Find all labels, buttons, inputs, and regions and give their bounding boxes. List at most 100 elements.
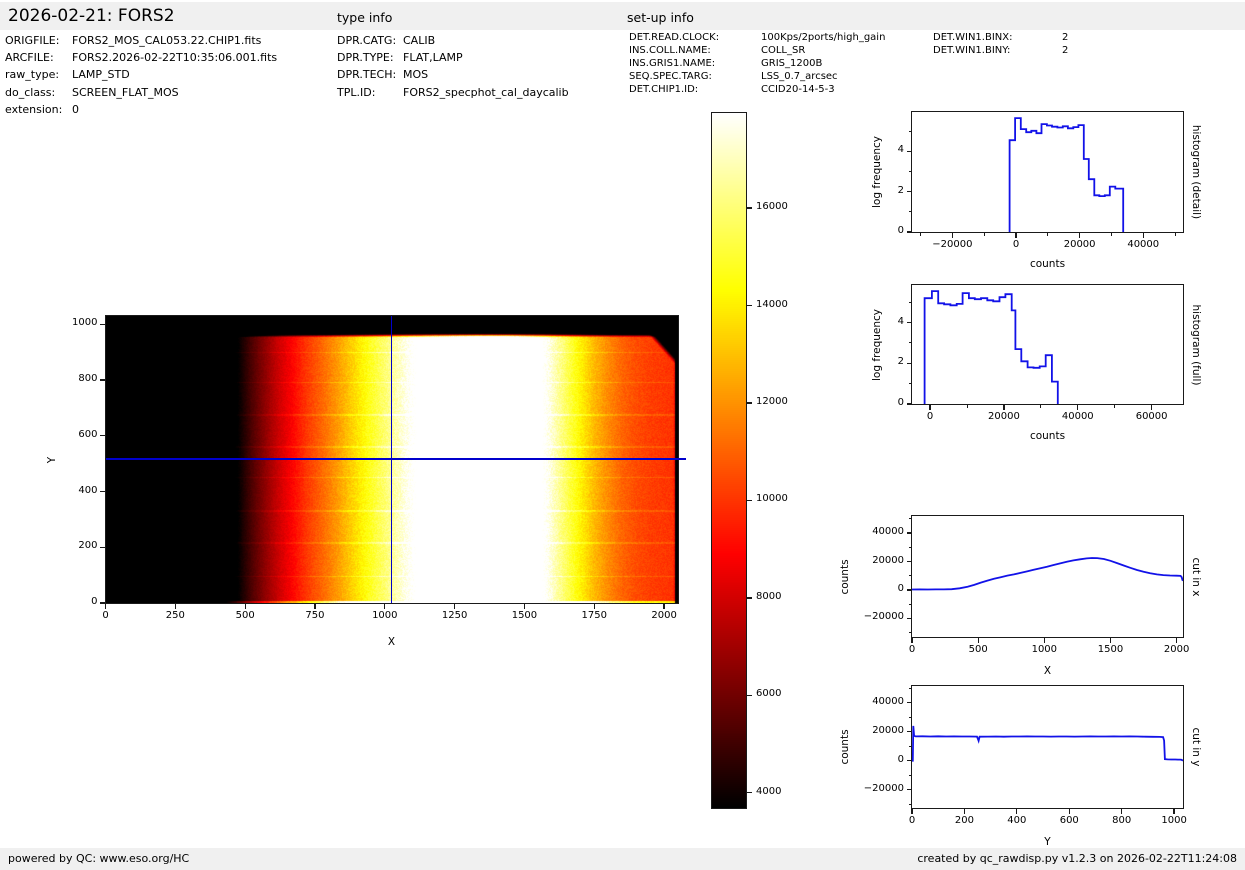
info-row: DET.WIN1.BINX: 2 (933, 32, 1233, 45)
cut-in-x-x-tick (911, 638, 912, 643)
info-label: do_class: (5, 86, 55, 99)
info-label: TPL.ID: (337, 86, 375, 99)
histogram-detail-x-minor-tick (920, 233, 921, 236)
cut-in-x-x-tick-label: 1500 (1098, 644, 1123, 655)
cut-in-y-x-axis-label: Y (1044, 836, 1050, 848)
cut-in-x-frame (911, 515, 1184, 638)
histogram-full-x-minor-tick (1040, 405, 1041, 408)
histogram-detail-x-tick (1015, 233, 1016, 238)
footer-right-text: created by qc_rawdisp.py v1.2.3 on 2026-… (917, 852, 1237, 865)
cut-in-y-y-tick-label: 40000 (849, 696, 904, 707)
info-label: DET.WIN1.BINY: (933, 45, 1010, 56)
info-value: CALIB (403, 34, 435, 47)
footer-left-text: powered by QC: www.eso.org/HC (8, 852, 189, 865)
cut-in-y-y-axis-label: counts (839, 729, 851, 764)
raw-image-x-axis-label: X (388, 636, 395, 648)
histogram-detail-x-minor-tick (1175, 233, 1176, 236)
histogram-full-x-tick (1077, 405, 1078, 410)
info-row: DPR.TYPE:FLAT,LAMP (337, 51, 637, 68)
histogram-full-x-tick-label: 20000 (988, 411, 1020, 422)
info-label: INS.GRIS1.NAME: (629, 58, 715, 69)
colorbar-tick-label: 14000 (756, 299, 788, 310)
histogram-full-y-tick-label: 0 (849, 397, 904, 408)
histogram-full-x-tick-label: 60000 (1136, 411, 1168, 422)
info-row: SEQ.SPEC.TARG:LSS_0.7_arcsec (629, 71, 929, 84)
histogram-detail-x-tick-label: 40000 (1127, 239, 1159, 250)
cut-in-y-y-tick-label: 20000 (849, 725, 904, 736)
colorbar-tick (747, 792, 752, 793)
cut-in-y-x-tick-label: 400 (1007, 815, 1026, 826)
raw-image-y-axis-label: Y (46, 456, 58, 462)
section-label-type-info: type info (337, 10, 392, 25)
raw-image-x-tick (663, 604, 664, 609)
info-row: DET.READ.CLOCK: 100Kps/2ports/high_gain (629, 32, 929, 45)
histogram-detail-x-tick (1079, 233, 1080, 238)
info-value: 0 (72, 103, 79, 116)
histogram-full-right-label: histogram (full) (1190, 304, 1202, 385)
colorbar-tick-label: 10000 (756, 493, 788, 504)
info-row: DET.WIN1.BINY:2 (933, 45, 1233, 58)
info-row: INS.COLL.NAME:COLL_SR (629, 45, 929, 58)
raw-image-y-tick-label: 800 (43, 373, 98, 384)
cut-in-x-x-tick (1110, 638, 1111, 643)
cut-in-x-y-tick-label: 20000 (849, 555, 904, 566)
info-value: FLAT,LAMP (403, 51, 463, 64)
histogram-detail-frame (911, 111, 1184, 233)
info-value: GRIS_1200B (761, 58, 822, 69)
histogram-full-x-tick-label: 0 (927, 411, 933, 422)
raw-image-x-tick (454, 604, 455, 609)
info-value: 100Kps/2ports/high_gain (761, 32, 885, 43)
info-label: SEQ.SPEC.TARG: (629, 71, 712, 82)
colorbar-tick-label: 4000 (756, 786, 781, 797)
cut-in-y-y-tick-label: 0 (849, 754, 904, 765)
cut-in-y-frame (911, 685, 1184, 809)
histogram-full-x-tick (929, 405, 930, 410)
histogram-detail-x-tick (952, 233, 953, 238)
cut-in-y-x-tick (1069, 809, 1070, 814)
info-label: ORIGFILE: (5, 34, 59, 47)
colorbar-tick (747, 207, 752, 208)
colorbar-tick (747, 402, 752, 403)
colorbar-tick (747, 597, 752, 598)
info-label: INS.COLL.NAME: (629, 45, 711, 56)
cut-in-x-y-tick-label: 0 (849, 583, 904, 594)
cut-in-y-y-tick-label: −20000 (849, 783, 904, 794)
colorbar-tick-label: 12000 (756, 396, 788, 407)
colorbar-tick (747, 695, 752, 696)
histogram-detail-x-tick (1143, 233, 1144, 238)
raw-image-y-tick-label: 1000 (43, 317, 98, 328)
histogram-detail-x-tick-label: −20000 (932, 239, 972, 250)
info-row: do_class: SCREEN_FLAT_MOS (5, 86, 305, 103)
info-row: raw_type:LAMP_STD (5, 68, 305, 85)
info-value: SCREEN_FLAT_MOS (72, 86, 179, 99)
raw-image-x-tick (245, 604, 246, 609)
info-row: INS.GRIS1.NAME: GRIS_1200B (629, 58, 929, 71)
cut-in-x-x-tick-label: 0 (909, 644, 915, 655)
header-bar (0, 2, 1245, 30)
histogram-full-frame (911, 284, 1184, 405)
cut-in-y-right-label: cut in y (1190, 727, 1202, 766)
info-value: MOS (403, 68, 428, 81)
raw-image-x-tick-label: 750 (305, 610, 324, 621)
raw-image-x-tick (175, 604, 176, 609)
info-label: DET.READ.CLOCK: (629, 32, 719, 43)
info-row: TPL.ID:FORS2_specphot_cal_daycalib (337, 86, 637, 103)
cut-in-x-x-axis-label: X (1044, 665, 1051, 677)
histogram-detail-y-tick-label: 0 (849, 225, 904, 236)
colorbar-tick-label: 8000 (756, 591, 781, 602)
raw-image-x-tick-label: 250 (166, 610, 185, 621)
info-row: ORIGFILE:FORS2_MOS_CAL053.22.CHIP1.fits (5, 34, 305, 51)
histogram-full-x-minor-tick (1114, 405, 1115, 408)
info-row: DET.CHIP1.ID:CCID20-14-5-3 (629, 84, 929, 97)
info-value: 2 (1062, 32, 1068, 43)
raw-image-y-tick-label: 400 (43, 485, 98, 496)
cut-in-y-x-tick-label: 200 (955, 815, 974, 826)
colorbar-tick (747, 500, 752, 501)
histogram-full-x-minor-tick (967, 405, 968, 408)
histogram-full-x-axis-label: counts (1030, 430, 1065, 442)
info-row: DPR.CATG:CALIB (337, 34, 637, 51)
info-value: CCID20-14-5-3 (761, 84, 835, 95)
raw-image-x-tick (105, 604, 106, 609)
info-value: LAMP_STD (72, 68, 130, 81)
info-label: DET.WIN1.BINX: (933, 32, 1013, 43)
